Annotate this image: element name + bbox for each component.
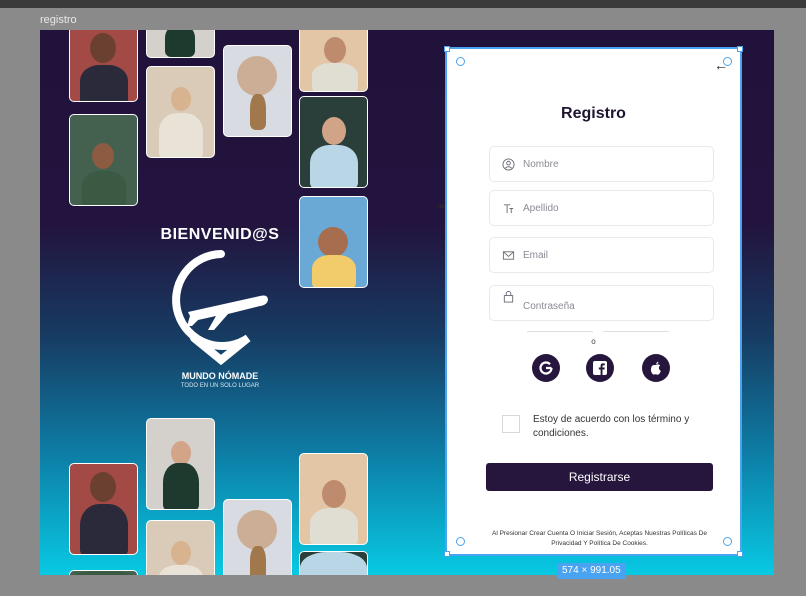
photo-face	[237, 56, 277, 96]
photo-face	[92, 143, 114, 169]
photo-face	[171, 541, 191, 565]
photo-body	[312, 63, 358, 91]
photo-body	[80, 65, 128, 101]
photo-face	[171, 87, 191, 111]
photo-face	[90, 33, 116, 63]
photo-tile	[299, 30, 368, 92]
brand-tagline: TODO EN UN SOLO LUGAR	[180, 383, 260, 389]
photo-tile	[223, 499, 292, 575]
lastname-input[interactable]	[521, 201, 695, 215]
photo-face	[237, 510, 277, 550]
photo-body	[310, 508, 358, 544]
brand-name: MUNDO NÓMADE	[181, 371, 259, 381]
legal-notice: Al Presionar Crear Cuenta O Iniciar Sesi…	[492, 530, 707, 547]
form-title: Registro	[561, 105, 626, 122]
user-icon	[502, 157, 515, 171]
email-input[interactable]	[521, 248, 695, 262]
divider-line-left	[527, 331, 593, 332]
editor-top-bar	[0, 0, 806, 8]
photo-body	[250, 546, 266, 575]
welcome-heading: BIENVENID@S	[160, 226, 280, 243]
apple-signin-button[interactable]	[642, 354, 670, 382]
photo-tile	[69, 570, 138, 575]
photo-tile	[299, 551, 368, 575]
apple-icon	[650, 361, 661, 375]
resize-handle-bottom-left[interactable]	[444, 551, 450, 557]
name-field[interactable]	[489, 146, 714, 182]
resize-handle-bottom-right[interactable]	[737, 551, 743, 557]
photo-face	[171, 441, 191, 465]
stray-text: ne	[438, 204, 445, 210]
lock-icon	[503, 290, 514, 303]
photo-tile	[223, 45, 292, 137]
photo-tile	[69, 463, 138, 555]
registration-form-card[interactable]: ← Registro o Estoy de acuerdo con los té…	[445, 47, 742, 556]
facebook-signin-button[interactable]	[586, 354, 614, 382]
photo-body	[310, 145, 358, 187]
facebook-icon	[593, 361, 607, 376]
photo-face	[322, 117, 346, 145]
google-icon	[539, 361, 553, 375]
name-input[interactable]	[521, 157, 695, 171]
selection-size-badge: 574 × 991.05	[557, 563, 626, 579]
photo-tile	[69, 114, 138, 206]
photo-face	[318, 227, 348, 257]
photo-body	[82, 171, 126, 205]
terms-label: Estoy de acuerdo con los término y condi…	[533, 414, 690, 439]
photo-body	[159, 113, 203, 157]
photo-body	[163, 463, 199, 509]
photo-tile	[146, 520, 215, 575]
photo-body	[159, 565, 203, 575]
corner-radius-handle-bottom-left[interactable]	[456, 537, 465, 546]
text-icon	[503, 203, 514, 213]
password-field[interactable]	[489, 285, 714, 321]
terms-checkbox[interactable]	[502, 415, 520, 433]
photo-body	[70, 571, 137, 575]
password-input[interactable]	[521, 300, 695, 313]
mail-icon	[502, 250, 515, 260]
photo-tile	[146, 418, 215, 510]
photo-body	[250, 94, 266, 130]
photo-tile	[146, 66, 215, 158]
corner-radius-handle-top-left[interactable]	[456, 57, 465, 66]
photo-tile	[299, 96, 368, 188]
photo-body	[300, 552, 367, 575]
photo-body	[312, 255, 356, 287]
corner-radius-handle-bottom-right[interactable]	[723, 537, 732, 546]
photo-tile	[299, 196, 368, 288]
photo-tile	[69, 30, 138, 102]
frame-label[interactable]: registro	[40, 14, 77, 26]
lastname-field[interactable]	[489, 190, 714, 226]
photo-face	[90, 472, 116, 502]
photo-body	[165, 30, 195, 57]
plane-pin-logo	[172, 250, 268, 366]
corner-radius-handle-top-right[interactable]	[723, 57, 732, 66]
register-button[interactable]: Registrarse	[486, 463, 713, 491]
resize-handle-top-left[interactable]	[444, 46, 450, 52]
resize-handle-top-right[interactable]	[737, 46, 743, 52]
photo-face	[324, 37, 346, 63]
photo-tile	[299, 453, 368, 545]
divider-or-text: o	[591, 337, 596, 346]
photo-face	[322, 480, 346, 508]
google-signin-button[interactable]	[532, 354, 560, 382]
divider-line-right	[603, 331, 669, 332]
photo-body	[80, 504, 128, 554]
photo-tile	[146, 30, 215, 58]
email-field[interactable]	[489, 237, 714, 273]
